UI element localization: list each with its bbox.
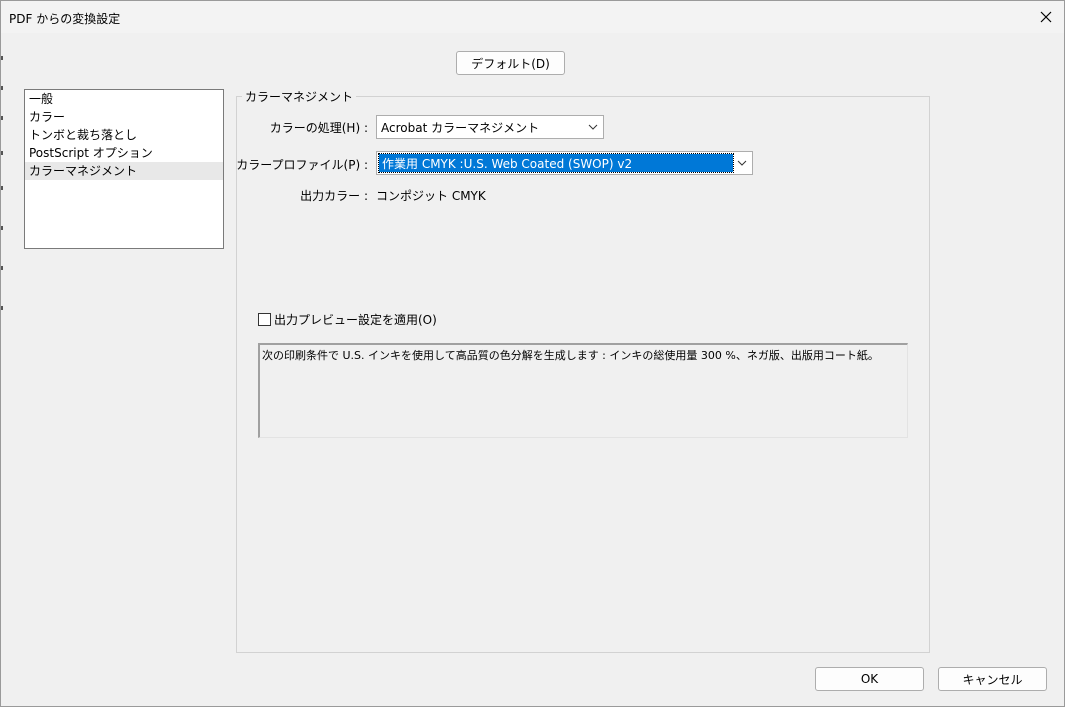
- output-color-label: 出力カラー :: [300, 189, 368, 203]
- output-color-value: コンポジット CMYK: [376, 189, 486, 203]
- color-profile-value: 作業用 CMYK :U.S. Web Coated (SWOP) v2: [378, 153, 734, 173]
- description-box: 次の印刷条件で U.S. インキを使用して高品質の色分解を生成します : インキ…: [258, 343, 908, 438]
- sidebar-item-color[interactable]: カラー: [25, 108, 223, 126]
- color-handling-value: Acrobat カラーマネジメント: [381, 120, 540, 135]
- color-handling-select[interactable]: Acrobat カラーマネジメント: [376, 115, 604, 139]
- checkbox-box[interactable]: [258, 313, 271, 326]
- dialog-window: PDF からの変換設定 デフォルト(D) 一般 カラー トンボと裁ち落とし Po…: [0, 0, 1065, 707]
- ok-button-label: OK: [860, 672, 879, 686]
- description-text: 次の印刷条件で U.S. インキを使用して高品質の色分解を生成します : インキ…: [262, 349, 879, 362]
- window-title: PDF からの変換設定: [9, 12, 121, 26]
- chevron-down-icon: [588, 124, 598, 130]
- cancel-button-label: キャンセル: [962, 672, 1023, 687]
- sidebar-item-general[interactable]: 一般: [25, 90, 223, 108]
- color-profile-select[interactable]: 作業用 CMYK :U.S. Web Coated (SWOP) v2: [376, 151, 753, 175]
- chevron-down-icon: [737, 160, 747, 166]
- sidebar-item-marks-bleeds[interactable]: トンボと裁ち落とし: [25, 126, 223, 144]
- default-button[interactable]: デフォルト(D): [456, 51, 565, 75]
- close-button[interactable]: [1028, 1, 1064, 33]
- apply-output-preview-checkbox[interactable]: 出力プレビュー設定を適用(O): [258, 311, 437, 328]
- checkbox-label: 出力プレビュー設定を適用(O): [274, 313, 437, 327]
- title-bar: PDF からの変換設定: [1, 1, 1064, 33]
- default-button-label: デフォルト(D): [471, 56, 550, 71]
- background-edge: [1, 56, 4, 336]
- cancel-button[interactable]: キャンセル: [938, 667, 1047, 691]
- sidebar-item-color-management[interactable]: カラーマネジメント: [25, 162, 223, 180]
- close-icon: [1040, 11, 1052, 23]
- color-handling-label: カラーの処理(H) :: [269, 121, 368, 135]
- ok-button[interactable]: OK: [815, 667, 924, 691]
- group-title: カラーマネジメント: [242, 88, 357, 105]
- color-profile-label: カラープロファイル(P) :: [236, 158, 368, 172]
- sidebar-item-postscript-options[interactable]: PostScript オプション: [25, 144, 223, 162]
- category-list[interactable]: 一般 カラー トンボと裁ち落とし PostScript オプション カラーマネジ…: [24, 89, 224, 249]
